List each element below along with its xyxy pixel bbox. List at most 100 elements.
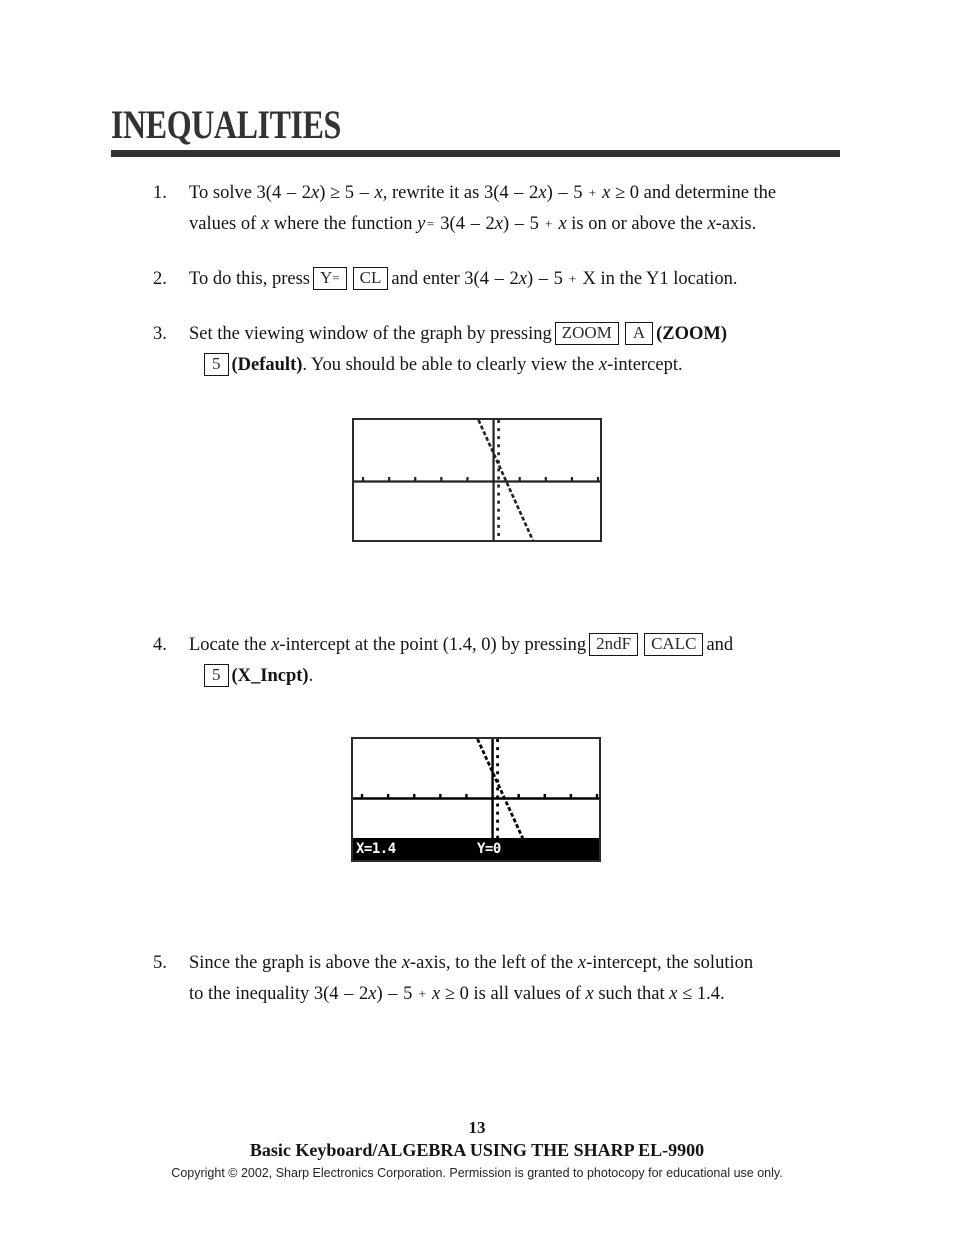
step-line: To do this, press Y= CL and enter 3(4 – 2x)…: [189, 264, 871, 295]
page-footer: 13 Basic Keyboard/ALGEBRA USING THE SHAR…: [0, 1118, 954, 1182]
text-fragment: and: [706, 635, 734, 655]
text-fragment: such that: [593, 984, 670, 1004]
step-line: 5 (X_Incpt).: [201, 661, 871, 692]
text-fragment: ≤ 1.4.: [677, 984, 725, 1004]
title-underline-rule: [111, 150, 840, 157]
key-label-equals: =: [332, 270, 340, 285]
footer-title: Basic Keyboard/ALGEBRA USING THE SHARP E…: [249, 1140, 705, 1160]
text-fragment: , rewrite it as 3(4: [382, 183, 514, 203]
math-variable-x: x: [598, 355, 608, 375]
text-fragment: 5: [524, 214, 544, 234]
page-canvas: INEQUALITIES 1. To solve 3(4 – 2x) ≥ 5 –…: [0, 0, 954, 1235]
steps-list-final: 5. Since the graph is above the x-axis, …: [111, 948, 871, 1010]
step-text: Set the viewing window of the graph by p…: [189, 319, 871, 381]
minus-sign: –: [538, 269, 548, 289]
page-title: INEQUALITIES: [111, 102, 341, 147]
text-fragment: 3(4: [435, 214, 470, 234]
minus-sign: –: [514, 183, 524, 203]
plus-sign: +: [569, 271, 577, 286]
math-variable-x: x: [518, 269, 527, 289]
step-number: 4.: [153, 635, 167, 655]
math-variable-x: x: [558, 214, 567, 234]
status-x-value: X=1.4: [356, 841, 396, 857]
text-fragment: ): [546, 183, 558, 203]
minus-sign: –: [286, 183, 297, 203]
step-line: To solve 3(4 – 2x) ≥ 5 – x, rewrite it a…: [189, 178, 871, 209]
text-fragment: -axis, to the left of the: [409, 953, 578, 973]
step-text: Since the graph is above the x-axis, to …: [189, 948, 871, 1010]
step-line: Locate the x-intercept at the point (1.4…: [189, 630, 871, 661]
key-button-a[interactable]: A: [624, 322, 654, 345]
status-y-value: Y=0: [477, 841, 501, 857]
text-fragment: .: [308, 666, 314, 686]
plus-sign: +: [588, 185, 596, 200]
equals-sign: =: [426, 216, 435, 231]
minus-sign: –: [388, 984, 398, 1004]
text-fragment: and enter 3(4: [391, 269, 494, 289]
calculator-screen-zoom-default: [352, 418, 602, 542]
plus-sign: +: [418, 986, 426, 1001]
text-fragment: ): [526, 269, 538, 289]
step-item-5: 5. Since the graph is above the x-axis, …: [111, 948, 871, 1010]
text-fragment: to the inequality 3(4: [189, 984, 344, 1004]
math-variable-x: x: [585, 984, 594, 1004]
math-variable-x: x: [374, 183, 383, 203]
key-button-5[interactable]: 5: [204, 353, 229, 376]
graph-plot: [354, 420, 600, 540]
text-fragment: -intercept.: [607, 355, 683, 375]
key-button-calc[interactable]: CALC: [644, 633, 704, 656]
step-item-4: 4. Locate the x-intercept at the point (…: [111, 630, 871, 692]
key-button-y-equals[interactable]: Y=: [313, 267, 347, 290]
text-fragment: . You should be able to clearly view the: [302, 355, 599, 375]
key-caption-zoom: (ZOOM): [656, 324, 727, 344]
step-text: To solve 3(4 – 2x) ≥ 5 – x, rewrite it a…: [189, 178, 871, 240]
text-fragment: ): [502, 214, 514, 234]
key-label: Y: [320, 268, 333, 287]
text-fragment: ): [376, 984, 388, 1004]
step-line: to the inequality 3(4 – 2 x) – 5 + x ≥ 0 …: [189, 979, 871, 1010]
step-line: 5 (Default). You should be able to clearl…: [201, 350, 871, 381]
plus-sign: +: [544, 216, 553, 231]
text-fragment: X in the Y1 location.: [577, 269, 738, 289]
text-fragment: 5: [398, 984, 418, 1004]
calculator-screen-x-intercept: X=1.4 Y=0: [351, 737, 601, 862]
key-caption-x-incpt: (X_Incpt): [231, 666, 309, 686]
text-fragment: To solve 3(4: [189, 183, 286, 203]
key-button-2ndf[interactable]: 2ndF: [589, 633, 639, 656]
math-variable-x: x: [707, 214, 716, 234]
minus-sign: –: [558, 183, 568, 203]
text-fragment: -intercept at the point (1.4, 0) by pres…: [279, 635, 587, 655]
key-button-zoom[interactable]: ZOOM: [554, 322, 619, 345]
step-number: 2.: [153, 269, 167, 289]
key-button-cl[interactable]: CL: [352, 267, 389, 290]
math-variable-x: x: [401, 953, 410, 973]
text-fragment: 2: [504, 269, 519, 289]
steps-list: 1. To solve 3(4 – 2x) ≥ 5 – x, rewrite i…: [111, 178, 871, 381]
step-text: Locate the x-intercept at the point (1.4…: [189, 630, 871, 692]
text-fragment: 2: [524, 183, 539, 203]
text-fragment: Locate the: [189, 635, 272, 655]
step-line: values of x where the function y = 3(4 – …: [189, 209, 871, 240]
math-variable-x: x: [577, 953, 587, 973]
step-item-2: 2. To do this, press Y= CL and enter 3(4 – …: [111, 264, 871, 295]
step-text: To do this, press Y= CL and enter 3(4 – 2x)…: [189, 264, 871, 295]
step-number: 1.: [153, 183, 167, 203]
step-number: 5.: [153, 953, 167, 973]
math-variable-x: x: [310, 183, 320, 203]
math-variable-x: x: [494, 214, 503, 234]
text-fragment: -intercept, the solution: [586, 953, 754, 973]
key-button-5[interactable]: 5: [204, 664, 229, 687]
text-fragment: 5: [568, 183, 588, 203]
step-item-1: 1. To solve 3(4 – 2x) ≥ 5 – x, rewrite i…: [111, 178, 871, 240]
key-caption-default: (Default): [231, 355, 303, 375]
text-fragment: Set the viewing window of the graph by p…: [189, 324, 552, 344]
math-variable-x: x: [538, 183, 547, 203]
minus-sign: –: [344, 984, 354, 1004]
step-number: 3.: [153, 324, 167, 344]
text-fragment: ) ≥ 5: [319, 183, 359, 203]
steps-list-continued: 4. Locate the x-intercept at the point (…: [111, 630, 871, 692]
math-variable-x: x: [432, 984, 441, 1004]
text-fragment: ≥ 0 and determine the: [610, 183, 777, 203]
text-fragment: where the function: [269, 214, 418, 234]
text-fragment: Since the graph is above the: [189, 953, 402, 973]
